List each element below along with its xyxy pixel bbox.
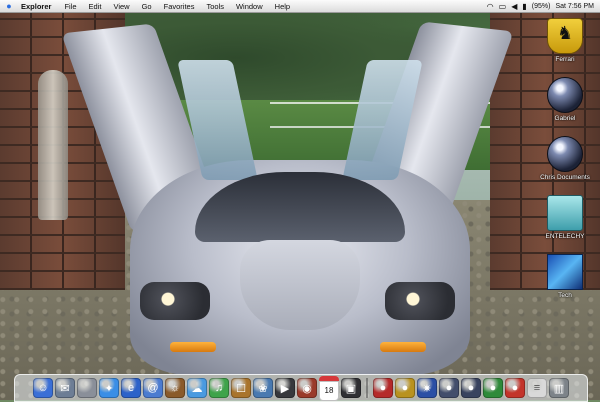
car-hood	[240, 240, 360, 330]
apple-icon[interactable]: ●	[0, 1, 18, 11]
display-icon[interactable]: ▭	[499, 2, 507, 11]
desktop-icon-label: Ferrari	[555, 56, 575, 63]
desktop-icon-gabriel[interactable]: Gabriel	[535, 77, 595, 122]
disk-orb-icon	[547, 136, 583, 172]
mail-icon[interactable]: ✉	[55, 378, 75, 398]
tech-folder-icon	[547, 254, 583, 290]
itunes-icon[interactable]: ♫	[209, 378, 229, 398]
menu-tools[interactable]: Tools	[200, 2, 230, 11]
battery-percent: (95%)	[531, 2, 551, 10]
menu-help[interactable]: Help	[269, 2, 296, 11]
menu-app-name[interactable]: Explorer	[18, 2, 58, 11]
car-indicator-left	[170, 342, 216, 352]
menu-window[interactable]: Window	[230, 2, 269, 11]
safari-icon[interactable]: ✦	[99, 378, 119, 398]
apple-ball-icon[interactable]: ●	[505, 378, 525, 398]
desktop-icon-ferrari[interactable]: Ferrari	[535, 18, 595, 63]
car-indicator-right	[380, 342, 426, 352]
car-headlight-right	[385, 282, 455, 320]
menu-clock[interactable]: Sat 7:56 PM	[555, 3, 594, 10]
desktop-icon-label: Tech	[558, 292, 572, 299]
folder-box-icon	[547, 195, 583, 231]
menu-view[interactable]: View	[107, 2, 135, 11]
ical-icon[interactable]: 18	[319, 375, 339, 401]
disk-orb-icon	[547, 77, 583, 113]
menu-bar: ● Explorer File Edit View Go Favorites T…	[0, 0, 600, 13]
green-ball-icon[interactable]: ●	[483, 378, 503, 398]
desktop-wallpaper	[0, 0, 600, 400]
address-book-icon[interactable]: @	[143, 378, 163, 398]
ibook-icon[interactable]: ☐	[231, 378, 251, 398]
gold-ball-icon[interactable]: ●	[395, 378, 415, 398]
desktop-icon-tech[interactable]: Tech	[535, 254, 595, 299]
menu-extras: ◠ ▭ ◀ ▮ (95%) Sat 7:56 PM	[487, 2, 600, 11]
ichat-icon[interactable]: ☁	[187, 378, 207, 398]
desktop-icon-label: Chris Documents	[540, 174, 590, 181]
finder-icon[interactable]: ☺	[33, 378, 53, 398]
volume-icon[interactable]: ◀	[511, 2, 517, 11]
document-icon[interactable]: ≡	[527, 378, 547, 398]
photo-icon[interactable]: ▣	[341, 378, 361, 398]
desktop-icon-label: ENTELECHY	[545, 233, 585, 240]
menu-favorites[interactable]: Favorites	[158, 2, 201, 11]
car-headlight-left	[140, 282, 210, 320]
imovie-icon[interactable]: ▶	[275, 378, 295, 398]
orb-icon[interactable]: ●	[461, 378, 481, 398]
desktop-icon-chris-documents[interactable]: Chris Documents	[535, 136, 595, 181]
dock: ☺ ✉ ✦ e @ ☼ ☁ ♫ ☐ ❀ ▶ ◉ 18 ▣ ● ● ✷ ● ● ● ● ≡ ▥	[14, 374, 588, 402]
system-prefs-icon[interactable]	[77, 378, 97, 398]
red-ball-icon[interactable]: ●	[373, 378, 393, 398]
desktop-icon-label: Gabriel	[554, 115, 576, 122]
internet-explorer-icon[interactable]: e	[121, 378, 141, 398]
menu-file[interactable]: File	[58, 2, 82, 11]
sherlock-icon[interactable]: ☼	[165, 378, 185, 398]
menu-edit[interactable]: Edit	[83, 2, 108, 11]
blue-star-icon[interactable]: ✷	[417, 378, 437, 398]
iphoto-icon[interactable]: ❀	[253, 378, 273, 398]
menu-go[interactable]: Go	[136, 2, 158, 11]
dock-separator	[366, 378, 368, 398]
ferrari-icon	[547, 18, 583, 54]
orb-icon[interactable]: ●	[439, 378, 459, 398]
trash-icon[interactable]: ▥	[549, 378, 569, 398]
battery-icon[interactable]: ▮	[522, 2, 526, 11]
desktop-icon-entelechy[interactable]: ENTELECHY	[535, 195, 595, 240]
dvd-player-icon[interactable]: ◉	[297, 378, 317, 398]
airport-icon[interactable]: ◠	[487, 2, 494, 11]
garden-statue	[38, 70, 68, 220]
